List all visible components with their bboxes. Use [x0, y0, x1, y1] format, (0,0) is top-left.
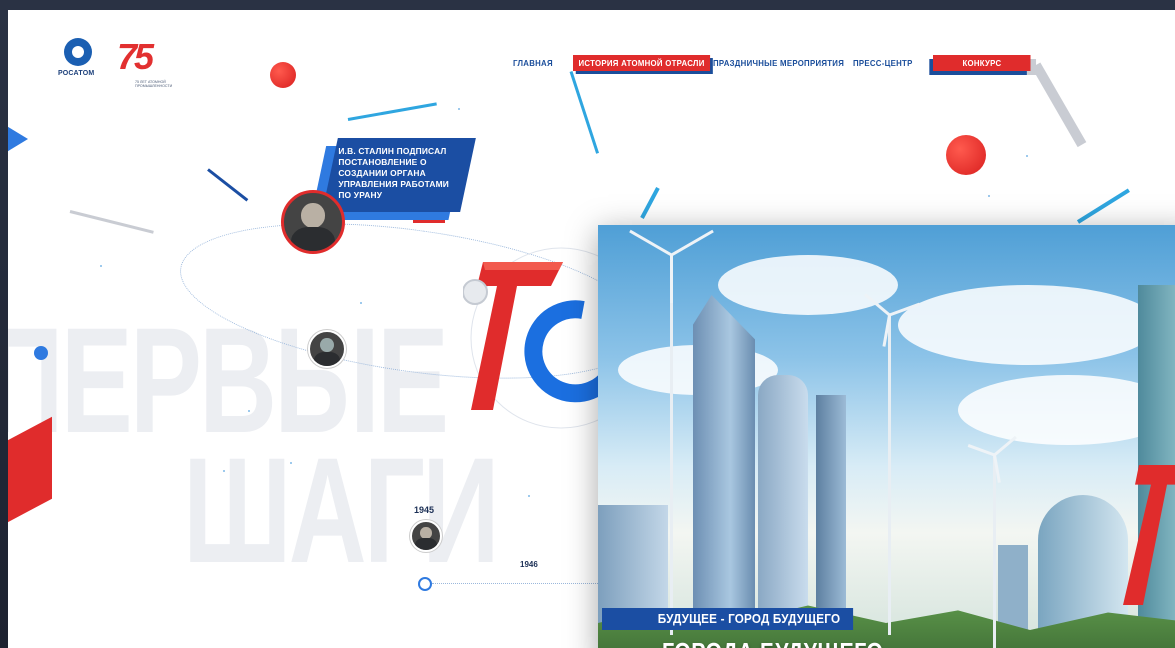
nav-item-holiday-events[interactable]: ПРАЗДНИЧНЫЕ МЕРОПРИЯТИЯ	[713, 55, 844, 71]
sparkle-dot	[1026, 155, 1028, 157]
accent-line	[569, 71, 600, 154]
screenshot-backdrop: РОСАТОМ 75 75 ЛЕТ АТОМНОЙ ПРОМЫШЛЕННОСТИ…	[0, 0, 1175, 648]
accent-line	[347, 102, 437, 121]
sparkle-dot	[528, 495, 530, 497]
sparkle-dot	[100, 265, 102, 267]
emblem-highlight	[483, 262, 563, 270]
emblem-sphere	[463, 279, 488, 305]
nav-item-home[interactable]: ГЛАВНАЯ	[513, 55, 553, 71]
sparkle-dot	[290, 462, 292, 464]
timeline-year-1946[interactable]: 1946	[520, 560, 538, 569]
accent-line	[413, 218, 445, 223]
red-sphere-decoration	[946, 135, 986, 175]
accent-line	[640, 187, 660, 219]
accent-line	[1076, 188, 1130, 224]
nav-item-press-center[interactable]: ПРЕСС-ЦЕНТР	[853, 55, 913, 71]
skyscraper	[693, 295, 755, 648]
anniversary-logo-number: 75	[117, 36, 154, 77]
sparkle-dot	[458, 108, 460, 110]
accent-line	[207, 168, 249, 202]
timeline-event-text: И.В. СТАЛИН ПОДПИСАЛ ПОСТАНОВЛЕНИЕ О СОЗ…	[338, 146, 450, 200]
card-title[interactable]: ГОРОДА БУДУЩЕГО	[662, 637, 883, 648]
nav-item-contest[interactable]: КОНКУРС	[933, 55, 1031, 71]
red-sphere-decoration	[270, 62, 296, 88]
rosatom-logo[interactable]: РОСАТОМ	[58, 38, 100, 88]
rosatom-logo-text: РОСАТОМ	[58, 70, 95, 77]
card-category-tag[interactable]: БУДУЩЕЕ - ГОРОД БУДУЩЕГО	[602, 608, 853, 630]
timeline-axis	[432, 583, 602, 584]
timeline-event-callout[interactable]: И.В. СТАЛИН ПОДПИСАЛ ПОСТАНОВЛЕНИЕ О СОЗ…	[322, 138, 476, 212]
sparkle-dot	[223, 470, 225, 472]
hero-word-steps: ШАГИ	[183, 426, 500, 594]
blue-sphere-decoration	[34, 346, 48, 360]
landing-page: РОСАТОМ 75 75 ЛЕТ АТОМНОЙ ПРОМЫШЛЕННОСТИ…	[8, 10, 1175, 648]
future-city-card[interactable]: БУДУЩЕЕ - ГОРОД БУДУЩЕГО ГОРОДА БУДУЩЕГО	[598, 225, 1175, 648]
event-portrait-avatar[interactable]	[281, 190, 345, 254]
wind-turbine	[670, 255, 673, 635]
accent-line	[69, 210, 154, 234]
timeline-marker-icon[interactable]	[418, 577, 432, 591]
timeline-year-1945[interactable]: 1945	[414, 505, 434, 515]
blue-triangle-decoration	[8, 122, 28, 156]
anniversary-logo[interactable]: 75 75 ЛЕТ АТОМНОЙ ПРОМЫШЛЕННОСТИ	[113, 36, 183, 98]
timeline-node-photo[interactable]	[410, 520, 442, 552]
wind-turbine	[888, 315, 891, 635]
nav-item-atomic-history[interactable]: ИСТОРИЯ АТОМНОЙ ОТРАСЛИ	[573, 55, 711, 71]
grey-bar-decoration	[1031, 62, 1087, 148]
anniversary-logo-caption: 75 ЛЕТ АТОМНОЙ ПРОМЫШЛЕННОСТИ	[135, 80, 173, 88]
timeline-node-photo[interactable]	[308, 330, 346, 368]
sparkle-dot	[248, 410, 250, 412]
sparkle-dot	[988, 195, 990, 197]
rosatom-mark-icon	[64, 38, 92, 66]
sparkle-dot	[360, 302, 362, 304]
wind-turbine	[993, 455, 996, 648]
